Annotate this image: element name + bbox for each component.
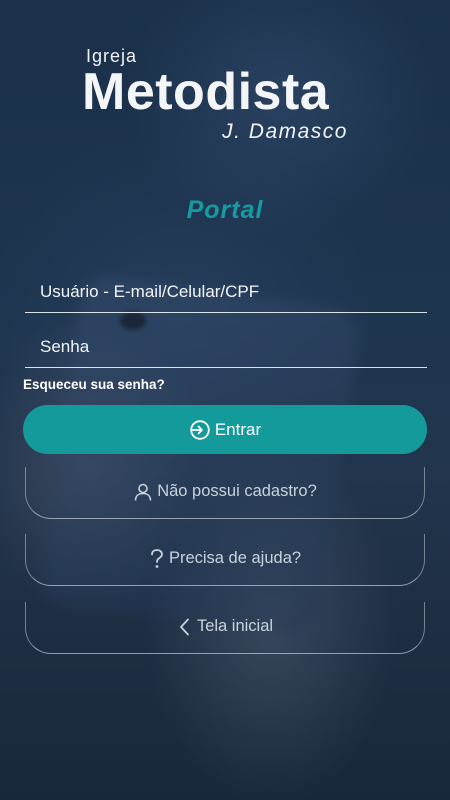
help-button-label: Precisa de ajuda? [168,549,302,567]
logo-sub-line: J. Damasco [222,120,348,143]
login-button[interactable]: Entrar [23,405,427,454]
password-input[interactable] [25,327,427,367]
login-screen: Igreja Metodista J. Damasco Portal Esque… [0,0,450,800]
user-icon [134,483,152,501]
logo-main-line: Metodista [82,63,330,121]
register-button-label: Não possui cadastro? [157,482,317,500]
login-arrow-icon [190,419,210,440]
home-screen-button[interactable]: Tela inicial [25,602,425,654]
register-button[interactable]: Não possui cadastro? [25,467,425,519]
home-screen-button-label: Tela inicial [196,617,274,635]
forgot-password-link[interactable]: Esqueceu sua senha? [23,377,165,392]
user-field [25,272,427,313]
portal-title: Portal [186,196,264,224]
help-button[interactable]: Precisa de ajuda? [25,534,425,586]
password-field [25,327,427,368]
church-logo: Igreja Metodista J. Damasco [82,46,362,146]
user-input[interactable] [25,272,427,312]
chevron-left-icon [180,618,189,635]
question-icon [151,548,163,568]
login-button-label: Entrar [214,419,262,439]
